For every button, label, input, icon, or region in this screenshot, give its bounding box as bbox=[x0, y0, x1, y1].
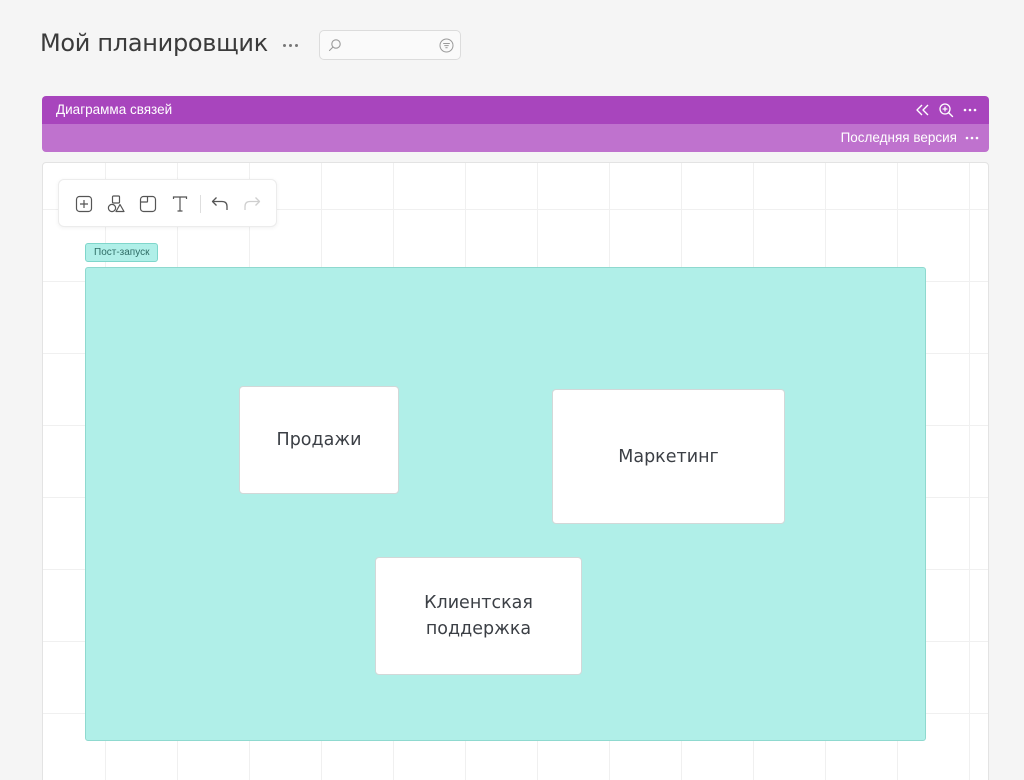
zoom-in-icon[interactable] bbox=[938, 102, 954, 118]
frame-label[interactable]: Пост-запуск bbox=[85, 243, 159, 262]
search-icon bbox=[328, 39, 341, 52]
canvas-toolbar bbox=[58, 179, 277, 227]
node-card[interactable]: Продажи bbox=[239, 386, 399, 494]
text-icon[interactable] bbox=[170, 194, 190, 214]
panel-subheader: Последняя версия bbox=[42, 124, 989, 152]
version-label[interactable]: Последняя версия bbox=[841, 130, 957, 145]
toolbar-divider bbox=[200, 195, 201, 213]
version-more-icon[interactable] bbox=[964, 130, 980, 146]
panel-header: Диаграмма связей bbox=[42, 96, 989, 124]
title-more-icon[interactable] bbox=[280, 38, 300, 52]
shapes-icon[interactable] bbox=[106, 194, 126, 214]
more-icon[interactable] bbox=[962, 102, 978, 118]
collapse-icon[interactable] bbox=[915, 102, 931, 118]
search-box[interactable] bbox=[319, 30, 461, 60]
add-node-icon[interactable] bbox=[74, 194, 94, 214]
sticky-note-icon[interactable] bbox=[138, 194, 158, 214]
node-card[interactable]: Клиентская поддержка bbox=[375, 557, 582, 675]
group-frame[interactable]: Продажи Маркетинг Клиентская поддержка bbox=[85, 267, 926, 741]
node-card[interactable]: Маркетинг bbox=[552, 389, 785, 524]
page-title: Мой планировщик bbox=[40, 29, 268, 57]
redo-icon[interactable] bbox=[242, 194, 262, 214]
undo-icon[interactable] bbox=[210, 194, 230, 214]
panel-title: Диаграмма связей bbox=[56, 102, 173, 117]
search-input[interactable] bbox=[350, 36, 430, 54]
filter-icon[interactable] bbox=[439, 38, 454, 53]
diagram-canvas[interactable]: Пост-запуск Продажи Маркетинг Клиентская… bbox=[42, 162, 989, 780]
